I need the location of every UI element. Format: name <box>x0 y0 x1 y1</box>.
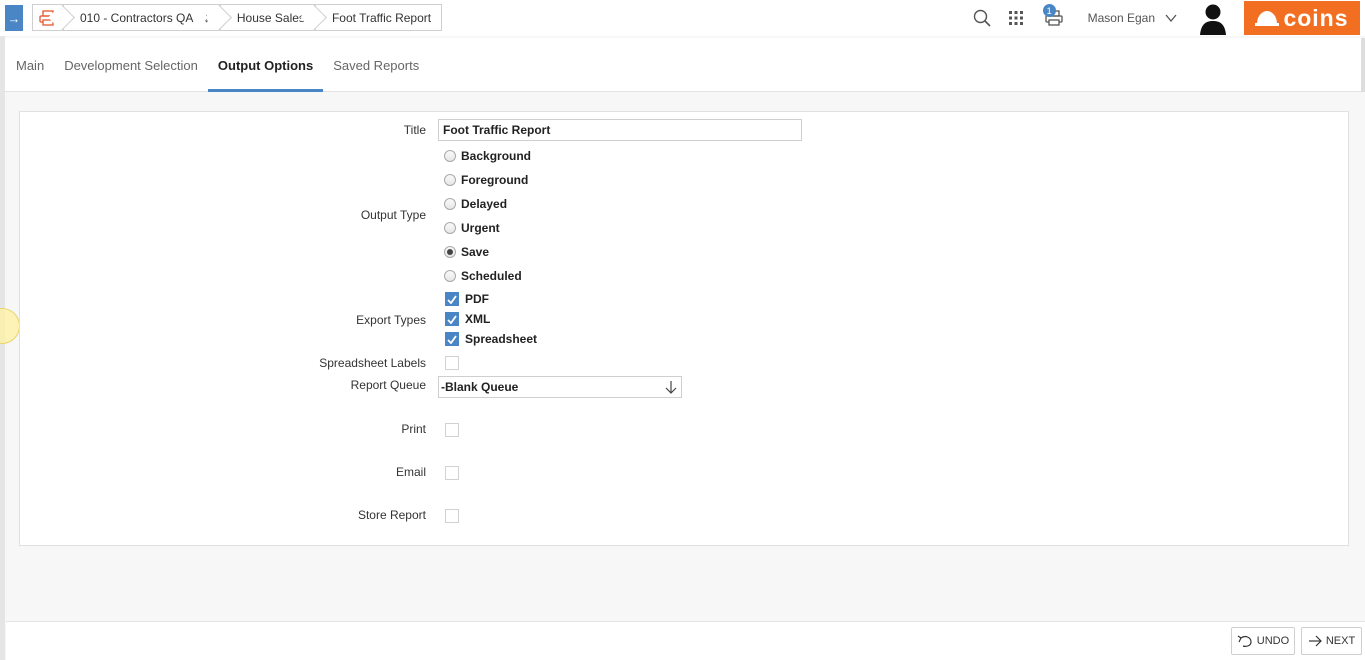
apps-grid-icon <box>1008 11 1023 25</box>
cursor-highlight <box>0 308 20 344</box>
print-queue-button[interactable]: 1 <box>1038 2 1070 34</box>
breadcrumb-module[interactable]: House Sales <box>219 4 327 31</box>
checkbox-label: XML <box>465 312 491 326</box>
breadcrumb-company-label: 010 - Contractors QA <box>80 10 194 25</box>
report-queue-label: Report Queue <box>350 378 426 392</box>
checkmark-icon[interactable] <box>445 292 459 306</box>
spreadsheet-labels-label: Spreadsheet Labels <box>319 356 426 370</box>
breadcrumb-report: Foot Traffic Report <box>314 4 443 31</box>
footer-bar: UNDO NEXT <box>6 621 1365 660</box>
checkbox-spreadsheet[interactable]: Spreadsheet <box>445 332 537 346</box>
tab-main[interactable]: Main <box>6 38 54 92</box>
user-name[interactable]: Mason Egan <box>1088 11 1155 25</box>
store-report-label: Store Report <box>357 508 426 522</box>
checkbox-email[interactable] <box>445 466 465 480</box>
checkbox[interactable] <box>445 423 459 437</box>
checkbox-spreadsheet-labels[interactable] <box>445 356 465 370</box>
breadcrumb-report-label: Foot Traffic Report <box>331 10 432 25</box>
header-actions: 1 Mason Egan coins <box>966 0 1365 36</box>
arrow-right-icon: → <box>7 10 21 26</box>
print-home-button[interactable] <box>32 4 75 31</box>
search-icon <box>973 9 991 27</box>
radio-save[interactable]: Save <box>444 245 489 259</box>
radio-label: Background <box>461 149 532 163</box>
checkbox-store-report[interactable] <box>445 509 465 523</box>
report-queue-select[interactable]: -Blank Queue <box>438 376 682 398</box>
tab-saved-reports[interactable]: Saved Reports <box>323 38 429 92</box>
checkbox-print[interactable] <box>445 423 465 437</box>
checkbox-label: PDF <box>465 292 489 306</box>
tab-bar: Main Development Selection Output Option… <box>0 38 1365 92</box>
breadcrumb-company[interactable]: 010 - Contractors QA ↓ <box>63 4 232 31</box>
arrow-right-icon <box>1308 635 1322 647</box>
logo-text: coins <box>1283 4 1349 31</box>
avatar[interactable] <box>1197 1 1229 35</box>
checkbox[interactable] <box>445 466 459 480</box>
undo-button[interactable]: UNDO <box>1231 627 1295 655</box>
report-queue-value: -Blank Queue <box>441 380 519 394</box>
radio-button[interactable] <box>444 150 456 162</box>
checkbox-pdf[interactable]: PDF <box>445 292 489 306</box>
print-label: Print <box>401 422 426 436</box>
radio-button[interactable] <box>444 270 456 282</box>
checkbox[interactable] <box>445 509 459 523</box>
chevron-down-icon[interactable] <box>1165 11 1177 25</box>
user-icon <box>1200 4 1226 35</box>
tab-development-selection[interactable]: Development Selection <box>54 38 208 92</box>
radio-label: Scheduled <box>461 269 522 283</box>
undo-icon <box>1237 635 1252 647</box>
radio-label: Delayed <box>461 197 508 211</box>
hard-hat-icon <box>1255 11 1280 26</box>
export-types-label: Export Types <box>356 313 426 327</box>
radio-label: Save <box>461 245 490 259</box>
radio-foreground[interactable]: Foreground <box>444 173 528 187</box>
checkmark-icon[interactable] <box>445 332 459 346</box>
search-button[interactable] <box>966 2 998 34</box>
radio-button[interactable] <box>444 174 456 186</box>
radio-label: Foreground <box>461 173 529 187</box>
arrow-down-icon[interactable] <box>665 380 677 394</box>
output-type-label: Output Type <box>360 208 426 222</box>
breadcrumb-module-label: House Sales <box>236 10 305 25</box>
next-label: NEXT <box>1325 635 1356 647</box>
top-bar: → 010 - Contractors QA ↓ House Sales Foo… <box>0 0 1365 36</box>
radio-urgent[interactable]: Urgent <box>444 221 500 235</box>
radio-delayed[interactable]: Delayed <box>444 197 507 211</box>
coins-logo[interactable]: coins <box>1244 1 1360 35</box>
radio-button[interactable] <box>444 198 456 210</box>
email-label: Email <box>395 465 426 479</box>
title-label: Title <box>403 123 426 137</box>
checkbox[interactable] <box>445 356 459 370</box>
checkbox-xml[interactable]: XML <box>445 312 490 326</box>
apps-button[interactable] <box>1000 2 1032 34</box>
radio-button-selected[interactable] <box>444 246 456 258</box>
radio-background[interactable]: Background <box>444 149 531 163</box>
print-queue-badge: 1 <box>1042 4 1056 17</box>
undo-label: UNDO <box>1256 635 1290 647</box>
left-edge-handle[interactable] <box>0 36 5 660</box>
checkmark-icon[interactable] <box>445 312 459 326</box>
radio-label: Urgent <box>461 221 500 235</box>
checkbox-label: Spreadsheet <box>465 332 538 346</box>
sidebar-toggle-button[interactable]: → <box>5 5 23 31</box>
radio-scheduled[interactable]: Scheduled <box>444 269 522 283</box>
next-button[interactable]: NEXT <box>1301 627 1362 655</box>
output-options-form: Title Output Type Background Foreground … <box>19 111 1349 546</box>
title-input[interactable] <box>438 119 802 141</box>
scrollbar[interactable] <box>1361 38 1365 92</box>
radio-button[interactable] <box>444 222 456 234</box>
tab-output-options[interactable]: Output Options <box>207 38 324 92</box>
breadcrumb: 010 - Contractors QA ↓ House Sales Foot … <box>32 4 443 31</box>
